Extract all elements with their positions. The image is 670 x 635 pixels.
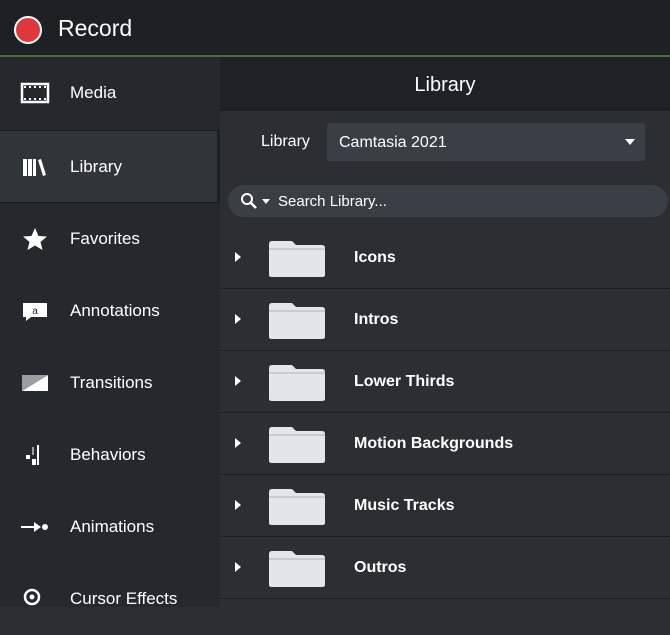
sidebar-item-label: Favorites — [70, 229, 140, 248]
folder-name: Motion Backgrounds — [354, 435, 514, 452]
folder-name: Music Tracks — [354, 497, 455, 514]
sidebar-item-animations[interactable]: Animations — [0, 491, 220, 563]
folder-icon — [269, 489, 325, 525]
transition-icon — [22, 375, 48, 391]
chevron-down-icon — [625, 139, 635, 145]
sidebar-item-label: Behaviors — [70, 445, 146, 464]
folder-name: Outros — [354, 559, 407, 576]
folder-icon — [269, 241, 325, 277]
panel-header: Library — [220, 57, 670, 111]
record-label[interactable]: Record — [58, 15, 132, 42]
expand-arrow-icon[interactable] — [235, 314, 241, 324]
sidebar-item-favorites[interactable]: Favorites — [0, 203, 220, 275]
sidebar-item-behaviors[interactable]: Behaviors — [0, 419, 220, 491]
search-bar — [228, 185, 668, 217]
folder-name: Lower Thirds — [354, 373, 455, 390]
library-selector-row: Library Camtasia 2021 — [220, 111, 670, 173]
library-label: Library — [261, 133, 310, 150]
folder-row-intros[interactable]: Intros — [220, 289, 670, 351]
sidebar: Media Library Favorites a Annotations Tr… — [0, 57, 220, 608]
sidebar-item-media[interactable]: Media — [0, 57, 220, 129]
folder-name: Intros — [354, 311, 399, 328]
page-title: Library — [414, 74, 476, 96]
sidebar-item-label: Media — [70, 83, 117, 102]
library-dropdown-value: Camtasia 2021 — [339, 134, 447, 151]
folder-row-outros[interactable]: Outros — [220, 537, 670, 599]
sidebar-item-label: Transitions — [70, 373, 153, 392]
sidebar-item-label: Cursor Effects — [70, 589, 178, 608]
sidebar-item-library[interactable]: Library — [0, 131, 220, 203]
expand-arrow-icon[interactable] — [235, 376, 241, 386]
expand-arrow-icon[interactable] — [235, 438, 241, 448]
callout-icon: a — [23, 303, 47, 321]
expand-arrow-icon[interactable] — [235, 252, 241, 262]
svg-text:a: a — [32, 306, 38, 317]
sidebar-item-annotations[interactable]: a Annotations — [0, 275, 220, 347]
sidebar-item-label: Animations — [70, 517, 155, 536]
sidebar-item-label: Library — [70, 157, 122, 176]
folder-icon — [269, 365, 325, 401]
record-button[interactable] — [14, 16, 42, 44]
sidebar-item-cursor-effects[interactable]: Cursor Effects — [0, 563, 220, 635]
library-dropdown[interactable]: Camtasia 2021 — [327, 123, 645, 161]
record-toolbar: Record — [0, 0, 670, 57]
behaviors-icon — [26, 445, 39, 465]
search-icon[interactable] — [240, 192, 258, 210]
star-icon — [23, 228, 47, 250]
folder-row-icons[interactable]: Icons — [220, 227, 670, 289]
folder-row-motion-backgrounds[interactable]: Motion Backgrounds — [220, 413, 670, 475]
sidebar-item-transitions[interactable]: Transitions — [0, 347, 220, 419]
library-panel: Library Library Camtasia 2021 Icons — [220, 57, 670, 607]
film-icon — [20, 82, 50, 104]
folder-icon — [269, 427, 325, 463]
folder-row-lower-thirds[interactable]: Lower Thirds — [220, 351, 670, 413]
folder-name: Icons — [354, 249, 396, 266]
expand-arrow-icon[interactable] — [235, 500, 241, 510]
cursor-icon — [23, 588, 41, 606]
expand-arrow-icon[interactable] — [235, 562, 241, 572]
sidebar-item-label: Annotations — [70, 301, 160, 320]
search-input[interactable] — [278, 189, 638, 213]
books-icon — [23, 159, 46, 176]
folder-row-music-tracks[interactable]: Music Tracks — [220, 475, 670, 537]
search-options-icon[interactable] — [262, 199, 270, 204]
folder-icon — [269, 303, 325, 339]
folder-icon — [269, 551, 325, 587]
arrow-animation-icon — [21, 522, 48, 532]
